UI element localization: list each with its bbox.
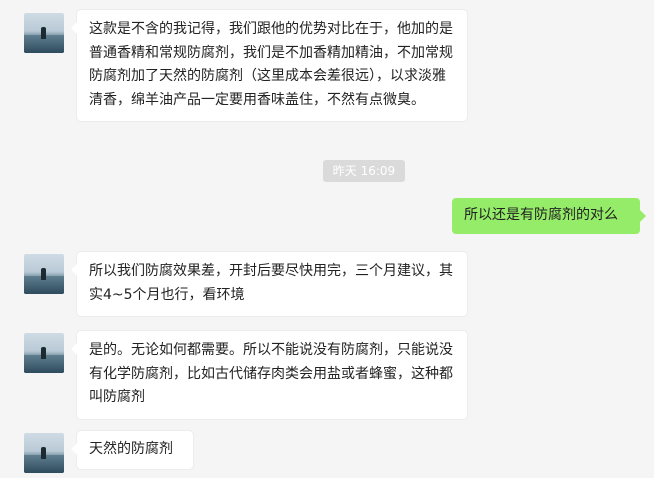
message-bubble-received[interactable]: 这款是不含的我记得，我们跟他的优势对比在于，他加的是普通香精和常规防腐剂，我们是… [71,10,467,121]
message-text: 所以我们防腐效果差，开封后要尽快用完，三个月建议，其实4~5个月也行，看环境 [89,263,453,303]
contact-avatar[interactable] [24,254,64,294]
message-bubble-received[interactable]: 天然的防腐剂 [71,431,193,469]
message-text: 所以还是有防腐剂的对么 [464,207,618,223]
message-text: 天然的防腐剂 [89,441,173,457]
message-text: 这款是不含的我记得，我们跟他的优势对比在于，他加的是普通香精和常规防腐剂，我们是… [89,21,453,108]
contact-avatar[interactable] [24,333,64,373]
contact-avatar[interactable] [24,433,64,473]
contact-avatar[interactable] [24,13,64,53]
message-bubble-sent[interactable]: 所以还是有防腐剂的对么 [452,198,646,234]
message-text: 是的。无论如何都需要。所以不能说没有防腐剂，只能说没有化学防腐剂，比如古代储存肉… [89,342,453,405]
message-bubble-received[interactable]: 所以我们防腐效果差，开封后要尽快用完，三个月建议，其实4~5个月也行，看环境 [71,252,467,316]
message-bubble-received[interactable]: 是的。无论如何都需要。所以不能说没有防腐剂，只能说没有化学防腐剂，比如古代储存肉… [71,331,467,419]
message-timestamp: 昨天 16:09 [323,160,405,182]
